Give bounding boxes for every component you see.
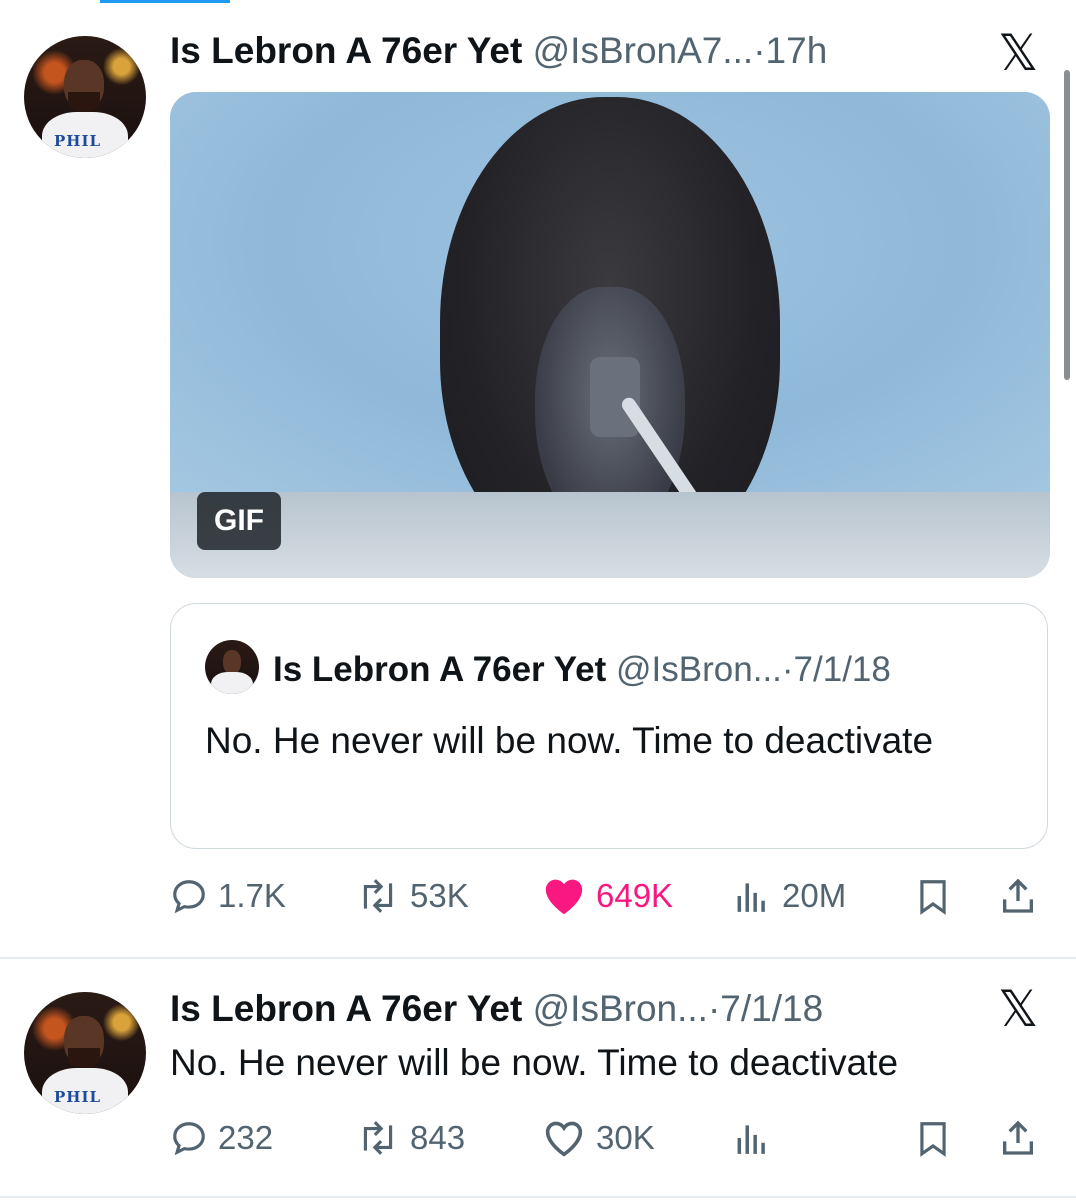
reply-button[interactable]: 1.7K	[170, 866, 286, 926]
like-count: 30K	[596, 1119, 655, 1156]
tweet-text: No. He never will be now. Time to deacti…	[170, 1042, 899, 1083]
repost-count: 53K	[410, 877, 469, 914]
views-icon	[737, 1125, 765, 1154]
repost-icon	[363, 1121, 393, 1155]
view-count: 20M	[782, 877, 847, 914]
avatar-jersey-text: PHIL	[54, 1088, 102, 1106]
tweet-header: Is Lebron A 76er Yet @IsBron...·7/1/18	[170, 988, 823, 1030]
bookmark-button[interactable]	[914, 1108, 952, 1168]
action-bar: 232 843 30K	[170, 1108, 1050, 1168]
bookmark-icon	[920, 1122, 946, 1157]
avatar-jersey-text: PHIL	[54, 132, 102, 150]
quote-separator: ·	[781, 650, 794, 689]
repost-count: 843	[410, 1119, 466, 1156]
share-button[interactable]	[998, 1108, 1038, 1168]
share-icon	[1003, 1120, 1033, 1155]
quote-display-name: Is Lebron A 76er Yet	[273, 650, 607, 689]
like-button[interactable]: 649K	[542, 866, 673, 926]
repost-button[interactable]: 843	[356, 1108, 465, 1168]
timestamp[interactable]: 17h	[766, 30, 828, 71]
action-bar: 1.7K 53K 649K 20M	[170, 866, 1050, 926]
reply-count: 1.7K	[218, 877, 286, 914]
views-button[interactable]	[732, 1108, 772, 1168]
handle[interactable]: @IsBronA7...	[533, 30, 754, 71]
reply-button[interactable]: 232	[170, 1108, 273, 1168]
avatar[interactable]: PHIL	[24, 992, 146, 1114]
reply-icon	[173, 1122, 205, 1156]
handle[interactable]: @IsBron...	[533, 988, 708, 1029]
timestamp[interactable]: 7/1/18	[720, 988, 823, 1029]
gif-badge: GIF	[197, 492, 281, 550]
repost-button[interactable]: 53K	[356, 866, 469, 926]
reply-icon	[173, 880, 205, 914]
tweet-1[interactable]: PHIL Is Lebron A 76er Yet @IsBronA7...·1…	[0, 0, 1076, 955]
separator: ·	[753, 30, 766, 71]
display-name[interactable]: Is Lebron A 76er Yet	[170, 988, 522, 1029]
separator: ·	[707, 988, 721, 1029]
quote-header: Is Lebron A 76er Yet @IsBron...·7/1/18	[273, 650, 891, 690]
quote-handle: @IsBron...	[616, 650, 782, 689]
heart-outline-icon	[545, 1121, 583, 1157]
views-button[interactable]: 20M	[732, 866, 846, 926]
reply-count: 232	[218, 1119, 274, 1156]
x-logo-icon: 𝕏	[998, 24, 1039, 82]
quote-timestamp: 7/1/18	[793, 650, 891, 689]
x-logo-icon: 𝕏	[998, 980, 1039, 1038]
share-button[interactable]	[998, 866, 1038, 926]
tweet-2[interactable]: PHIL Is Lebron A 76er Yet @IsBron...·7/1…	[0, 958, 1076, 1198]
bottom-divider	[0, 1196, 1076, 1198]
gif-media[interactable]: GIF	[170, 92, 1050, 578]
display-name[interactable]: Is Lebron A 76er Yet	[170, 30, 522, 71]
share-icon	[1003, 878, 1033, 913]
heart-filled-icon	[545, 879, 583, 915]
like-button[interactable]: 30K	[542, 1108, 655, 1168]
avatar[interactable]: PHIL	[24, 36, 146, 158]
like-count: 649K	[596, 877, 674, 914]
repost-icon	[363, 879, 393, 913]
tweet-header: Is Lebron A 76er Yet @IsBronA7...·17h	[170, 30, 827, 72]
quote-text: No. He never will be now. Time to deacti…	[205, 720, 934, 761]
bookmark-button[interactable]	[914, 866, 952, 926]
quoted-tweet[interactable]: Is Lebron A 76er Yet @IsBron...·7/1/18 N…	[170, 603, 1048, 849]
quote-avatar	[205, 640, 259, 694]
bookmark-icon	[920, 880, 946, 915]
views-icon	[737, 883, 765, 912]
